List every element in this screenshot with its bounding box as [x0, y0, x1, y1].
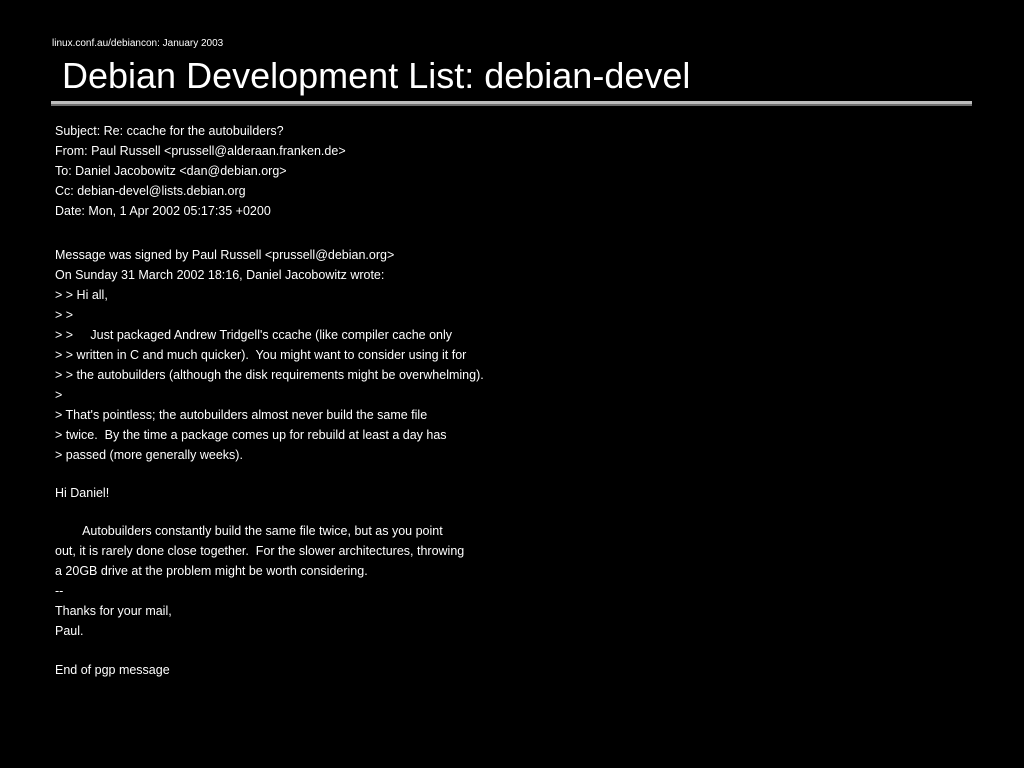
slide-title: Debian Development List: debian-devel	[62, 55, 691, 96]
signature-separator: --	[55, 584, 64, 598]
quote-line: > > the autobuilders (although the disk …	[55, 368, 484, 382]
greeting-line: Hi Daniel!	[55, 486, 110, 500]
reply-line: a 20GB drive at the problem might be wor…	[55, 564, 368, 578]
quote-line: >	[55, 388, 63, 402]
signoff-line: Thanks for your mail,	[55, 604, 172, 618]
quote-line: > That's pointless; the autobuilders alm…	[55, 408, 428, 422]
pgp-footer: End of pgp message	[55, 663, 170, 677]
quote-line: > > Hi all,	[55, 288, 108, 302]
reply-line: Autobuilders constantly build the same f…	[55, 524, 443, 538]
quote-line: > >	[55, 308, 74, 322]
subject-line: Subject: Re: ccache for the autobuilders…	[55, 124, 284, 138]
from-line: From: Paul Russell <prussell@alderaan.fr…	[55, 144, 346, 158]
signature-note: Message was signed by Paul Russell <prus…	[55, 248, 395, 262]
date-line: Date: Mon, 1 Apr 2002 05:17:35 +0200	[55, 204, 271, 218]
quoted-text: Message was signed by Paul Russell <prus…	[55, 245, 955, 465]
reply-line: out, it is rarely done close together. F…	[55, 544, 465, 558]
reply-text: Autobuilders constantly build the same f…	[55, 521, 955, 641]
cc-line: Cc: debian-devel@lists.debian.org	[55, 184, 246, 198]
title-divider	[51, 101, 972, 106]
email-headers: Subject: Re: ccache for the autobuilders…	[55, 121, 955, 221]
quote-line: > > written in C and much quicker). You …	[55, 348, 467, 362]
email-message: Subject: Re: ccache for the autobuilders…	[55, 121, 955, 680]
slide-tagline: linux.conf.au/debiancon: January 2003	[52, 38, 224, 49]
signature-name: Paul.	[55, 624, 84, 638]
quote-line: > > Just packaged Andrew Tridgell's ccac…	[55, 328, 453, 342]
to-line: To: Daniel Jacobowitz <dan@debian.org>	[55, 164, 287, 178]
attribution-line: On Sunday 31 March 2002 18:16, Daniel Ja…	[55, 268, 385, 282]
quote-line: > twice. By the time a package comes up …	[55, 428, 447, 442]
quote-line: > passed (more generally weeks).	[55, 448, 243, 462]
